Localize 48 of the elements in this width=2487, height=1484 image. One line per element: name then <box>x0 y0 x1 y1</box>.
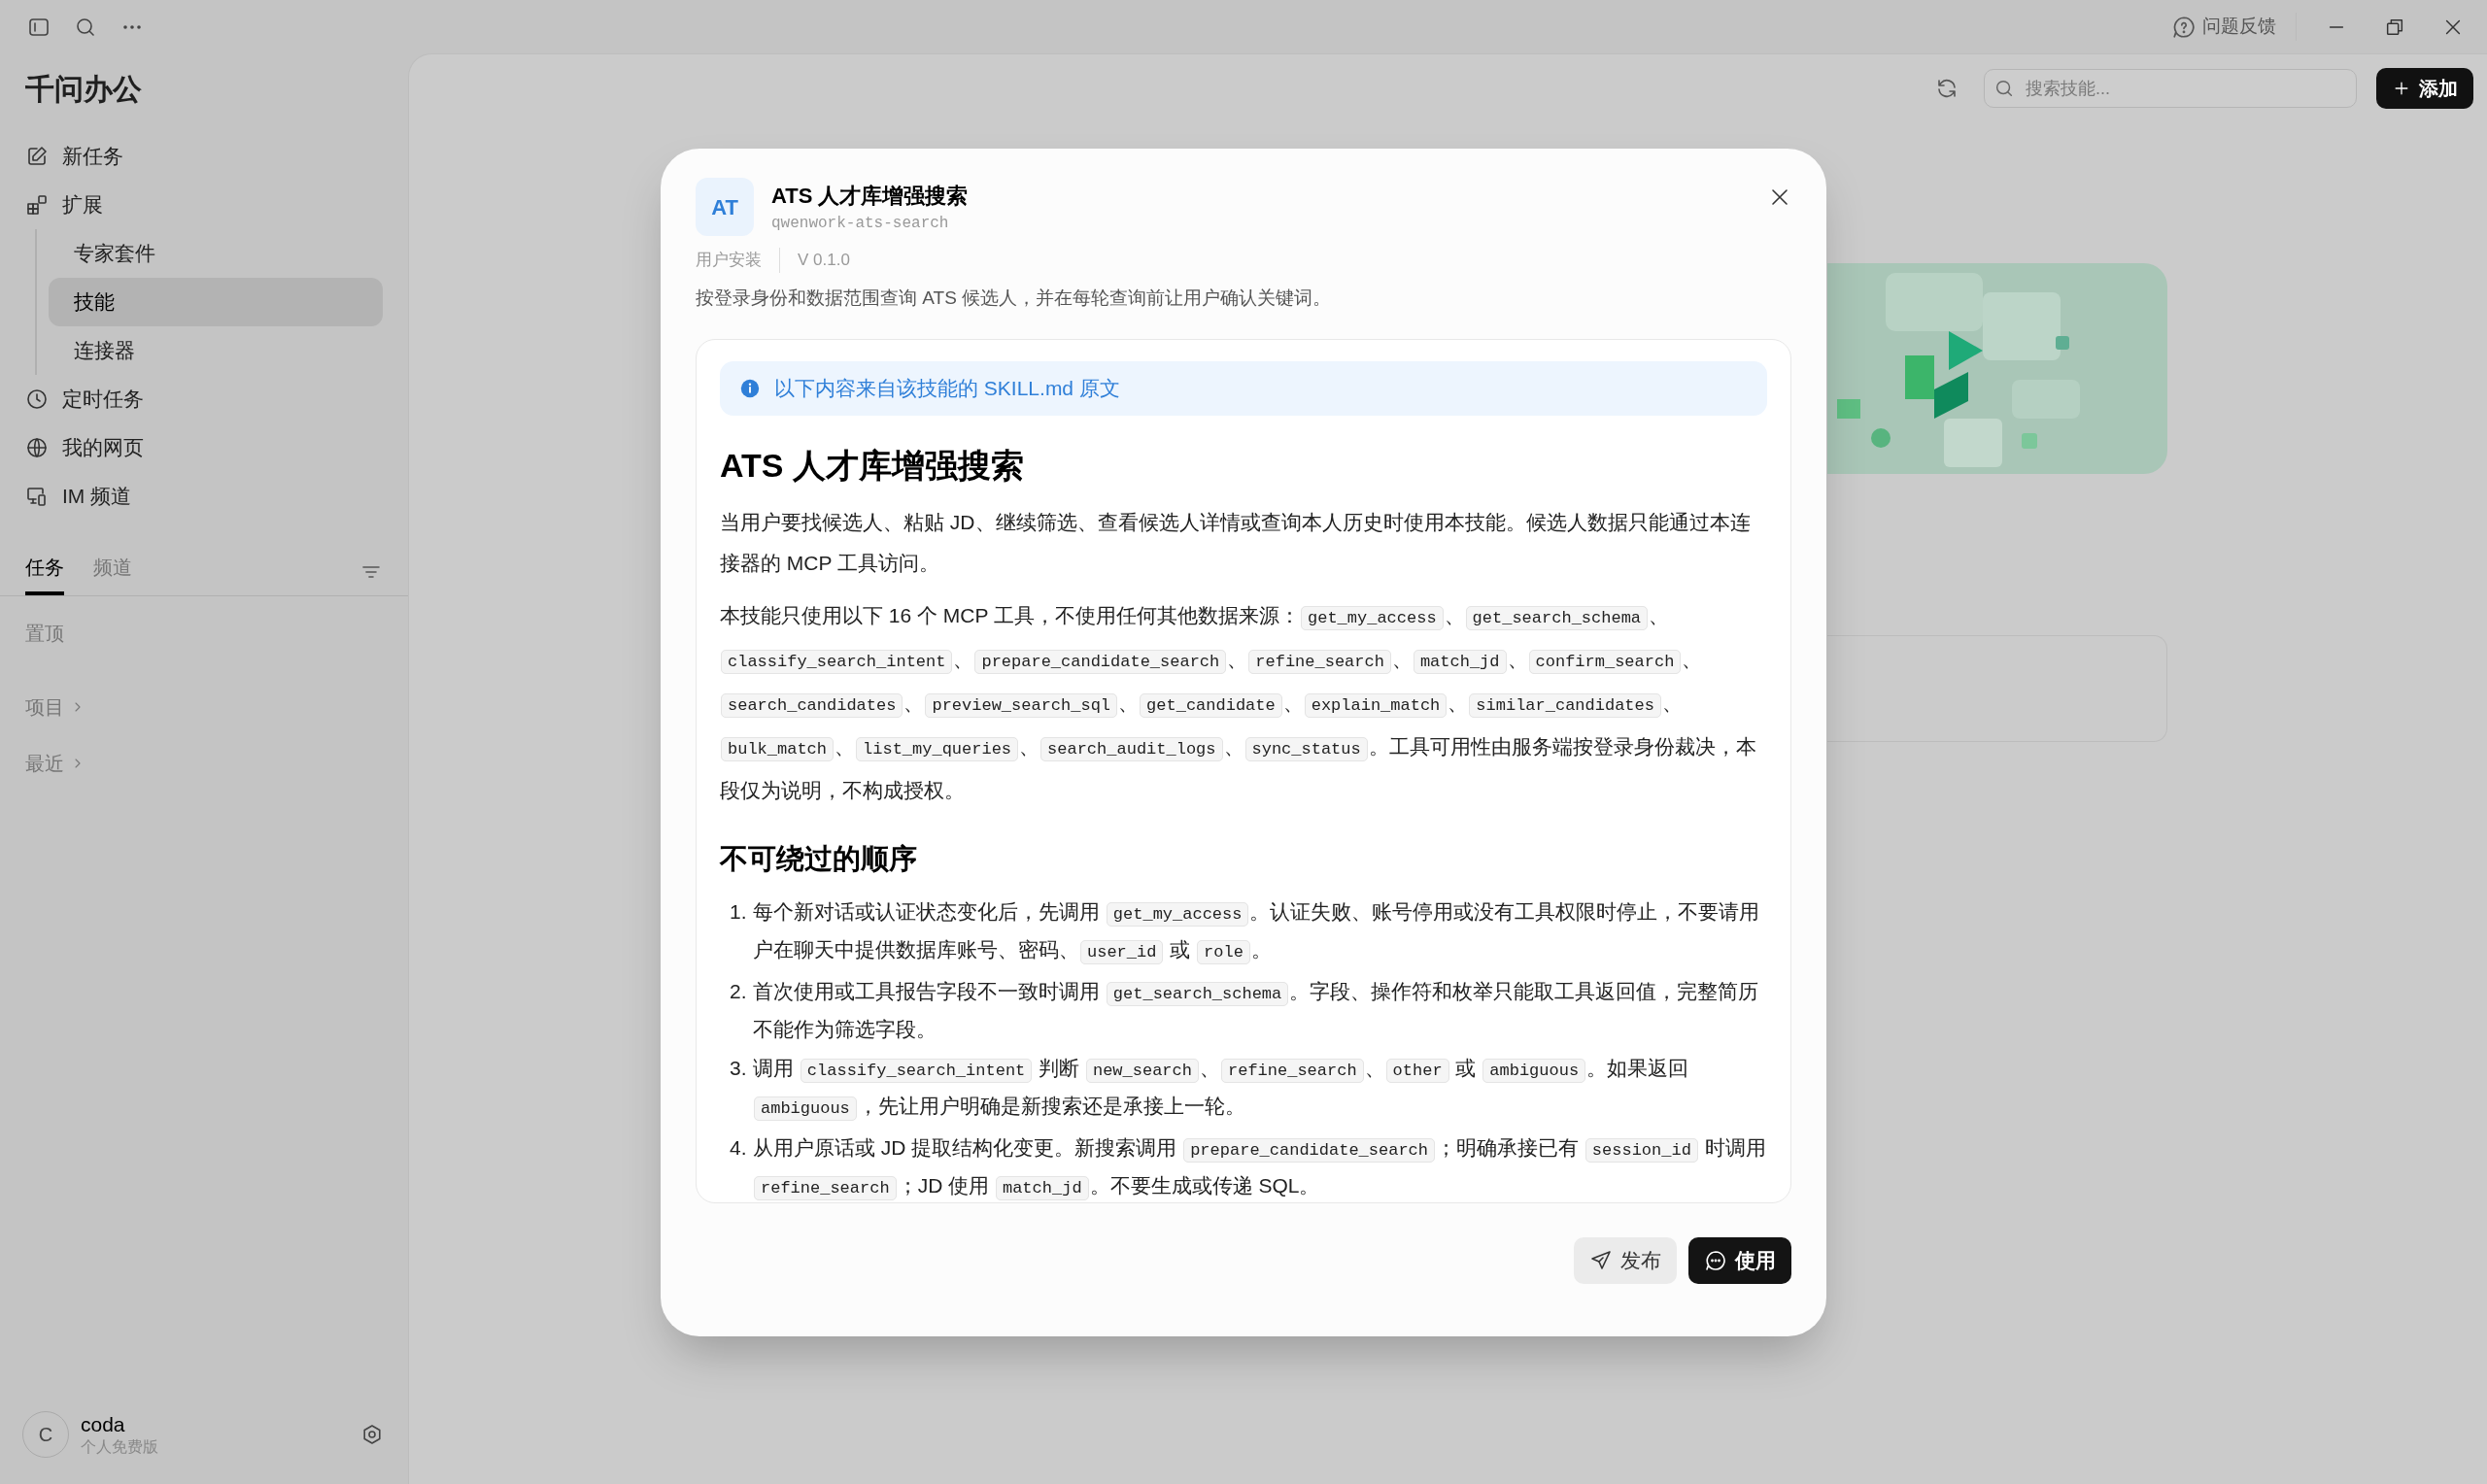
help-icon <box>2171 14 2197 40</box>
nav-item[interactable]: 扩展 <box>25 181 383 229</box>
feedback-button[interactable]: 问题反馈 <box>2171 13 2297 41</box>
user-plan: 个人免费版 <box>81 1437 158 1458</box>
search-field[interactable]: 搜索技能... <box>1984 69 2357 108</box>
use-button[interactable]: 使用 <box>1688 1237 1791 1284</box>
doc-heading: ATS 人才库增强搜索 <box>720 446 1025 486</box>
skill-badge: AT <box>696 178 754 236</box>
nav-item[interactable]: 新任务 <box>25 132 383 181</box>
globe-icon <box>25 436 49 459</box>
clock-icon <box>25 388 49 411</box>
send-icon <box>1589 1249 1613 1272</box>
nav-item[interactable]: 我的网页 <box>25 423 383 472</box>
nav-item[interactable]: 连接器 <box>49 326 383 375</box>
add-button[interactable]: 添加 <box>2376 68 2473 109</box>
list-number: 1. <box>730 898 748 925</box>
nav-item[interactable]: 技能 <box>49 278 383 326</box>
notice-text: 以下内容来自该技能的 SKILL.md 原文 <box>774 376 1120 402</box>
skill-description: 按登录身份和数据范围查询 ATS 候选人，并在每轮查询前让用户确认关键词。 <box>696 286 1333 310</box>
list-item-text: 首次使用或工具报告字段不一致时调用 get_search_schema 。字段、操作符和枚举只能取工具返回值，完整简历不能作为筛选字段。 <box>753 978 1760 1042</box>
section-heading: 不可绕过的顺序 <box>720 842 918 876</box>
nav-item[interactable]: IM 频道 <box>25 472 383 521</box>
list-number: 4. <box>730 1134 748 1161</box>
publish-button[interactable]: 发布 <box>1574 1237 1677 1284</box>
nav-item[interactable]: 专家套件 <box>49 229 383 278</box>
doc-paragraph: 本技能只使用以下 16 个 MCP 工具，不使用任何其他数据来源： get_my_access 、 get_search_schema 、 classify_search_intent 、 prepare_candidate_search 、 refine_search 、 match_jd 、 confirm_search 、 search_candidates 、 preview_search_sql 、 get_candidate 、 explain_match 、 similar_candidates 、 bulk_match 、 list_my_queries 、 search_audit_logs 、 sync_status 。工具可用性由服务端按登录身份裁决，本段仅为说明，不构成授权。 <box>720 603 1757 803</box>
list-item-text: 每个新对话或认证状态变化后，先调用 get_my_access 。认证失败、账号停用或没有工具权限时停止，不要请用户在聊天中提供数据库账号、密码、 user_id 或 role 。 <box>753 894 1767 970</box>
grid-icon <box>25 193 49 217</box>
dialog-title: ATS 人才库增强搜索 <box>771 183 969 210</box>
nav-item[interactable]: 定时任务 <box>25 375 383 423</box>
version-label: V 0.1.0 <box>797 250 850 271</box>
user-name: coda <box>81 1411 126 1437</box>
list-item-text: 从用户原话或 JD 提取结构化变更。新搜索调用 prepare_candidate_search ；明确承接已有 session_id 时调用 refine_search ；JD 使用 match_jd 。不要生成或传递 SQL。 <box>753 1130 1767 1202</box>
doc-paragraph: 当用户要找候选人、粘贴 JD、继续筛选、查看候选人详情或查询本人历史时使用本技能。候选人数据只能通过本连接器的 MCP 工具访问。 <box>720 510 1752 576</box>
list-number: 3. <box>730 1055 748 1081</box>
edit-icon <box>25 145 49 168</box>
list-number: 2. <box>730 978 748 1004</box>
info-icon <box>739 378 761 399</box>
chat-icon <box>1704 1249 1727 1272</box>
install-source: 用户安装 <box>696 248 780 273</box>
skill-slug: qwenwork-ats-search <box>771 214 950 234</box>
list-item-text: 调用 classify_search_intent 判断 new_search 、 refine_search 、 other 或 ambiguous 。如果返回 ambiguous ，先让用户明确是新搜索还是承接上一轮。 <box>753 1050 1767 1127</box>
sidebar-tab[interactable]: 任务 <box>25 553 64 595</box>
devices-icon <box>25 485 49 508</box>
app-title: 千问办公 <box>24 72 143 107</box>
settings-icon[interactable] <box>360 1423 384 1446</box>
refresh-icon[interactable] <box>1935 77 1959 100</box>
section-header: 置顶 <box>25 622 65 646</box>
